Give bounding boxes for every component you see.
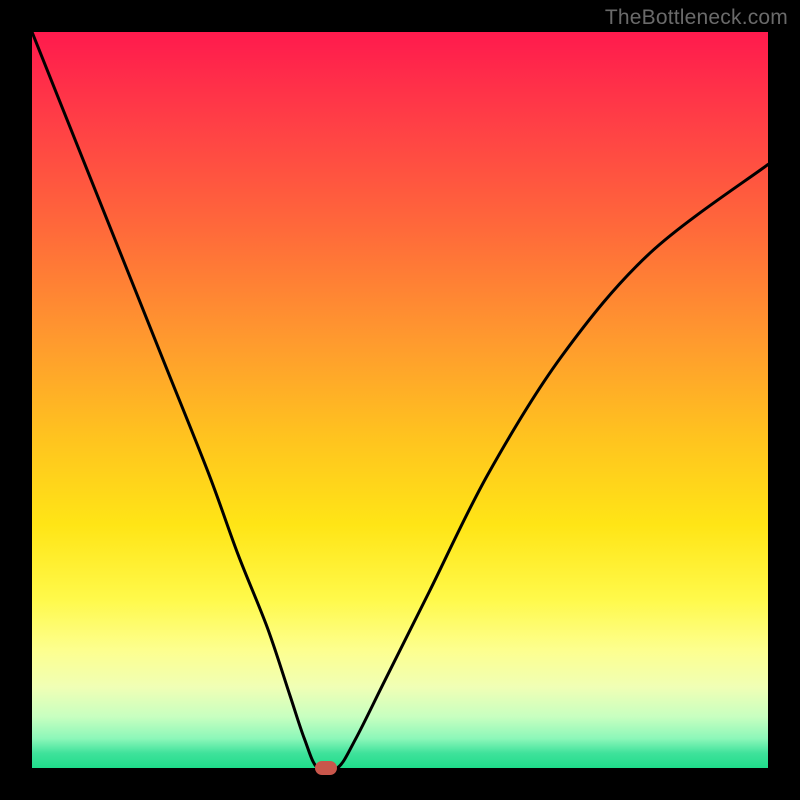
chart-frame: TheBottleneck.com (0, 0, 800, 800)
curve-svg (32, 32, 768, 768)
plot-area (32, 32, 768, 768)
optimum-marker (315, 761, 337, 775)
bottleneck-curve (32, 32, 768, 768)
watermark-text: TheBottleneck.com (605, 6, 788, 30)
